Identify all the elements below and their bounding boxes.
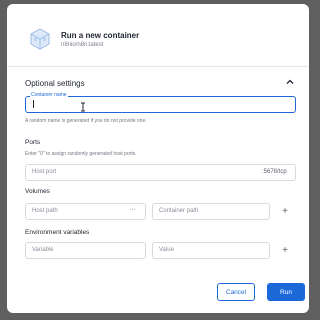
run-container-dialog: Run a new container n8nio/n8n:latest Opt… [7,4,309,313]
variable-placeholder: Variable [32,247,54,253]
container-name-helper: A random name is generated if you do not… [25,118,147,124]
volumes-title: Volumes [25,188,50,195]
dialog-header: Run a new container n8nio/n8n:latest [7,4,309,66]
host-port-input[interactable] [25,164,296,181]
chevron-up-icon[interactable] [283,75,297,89]
environment-variables-title: Environment variables [25,229,90,236]
value-placeholder: Value [159,247,174,253]
dialog-title: Run a new container [61,31,140,40]
container-box-icon [27,26,53,52]
cancel-button[interactable]: Cancel [217,283,255,301]
add-environment-variable-icon[interactable]: + [280,246,290,256]
text-cursor-icon [79,99,87,112]
container-name-label: Container name [30,92,68,98]
container-name-input[interactable] [25,96,296,113]
host-port-placeholder: Host port [32,169,57,175]
text-caret [33,100,34,108]
run-button[interactable]: Run [267,283,305,301]
container-path-placeholder: Container path [159,208,199,214]
header-divider [7,66,309,67]
browse-host-path-button[interactable]: ··· [129,206,136,213]
image-name: n8nio/n8n:latest [61,42,104,48]
ports-title: Ports [25,139,41,146]
ports-helper: Enter "0" to assign randomly generated h… [25,151,137,157]
optional-settings-title: Optional settings [25,79,85,88]
add-volume-icon[interactable]: + [280,207,290,217]
container-port-suffix: :5678/tcp [262,169,287,175]
host-path-placeholder: Host path [32,208,58,214]
